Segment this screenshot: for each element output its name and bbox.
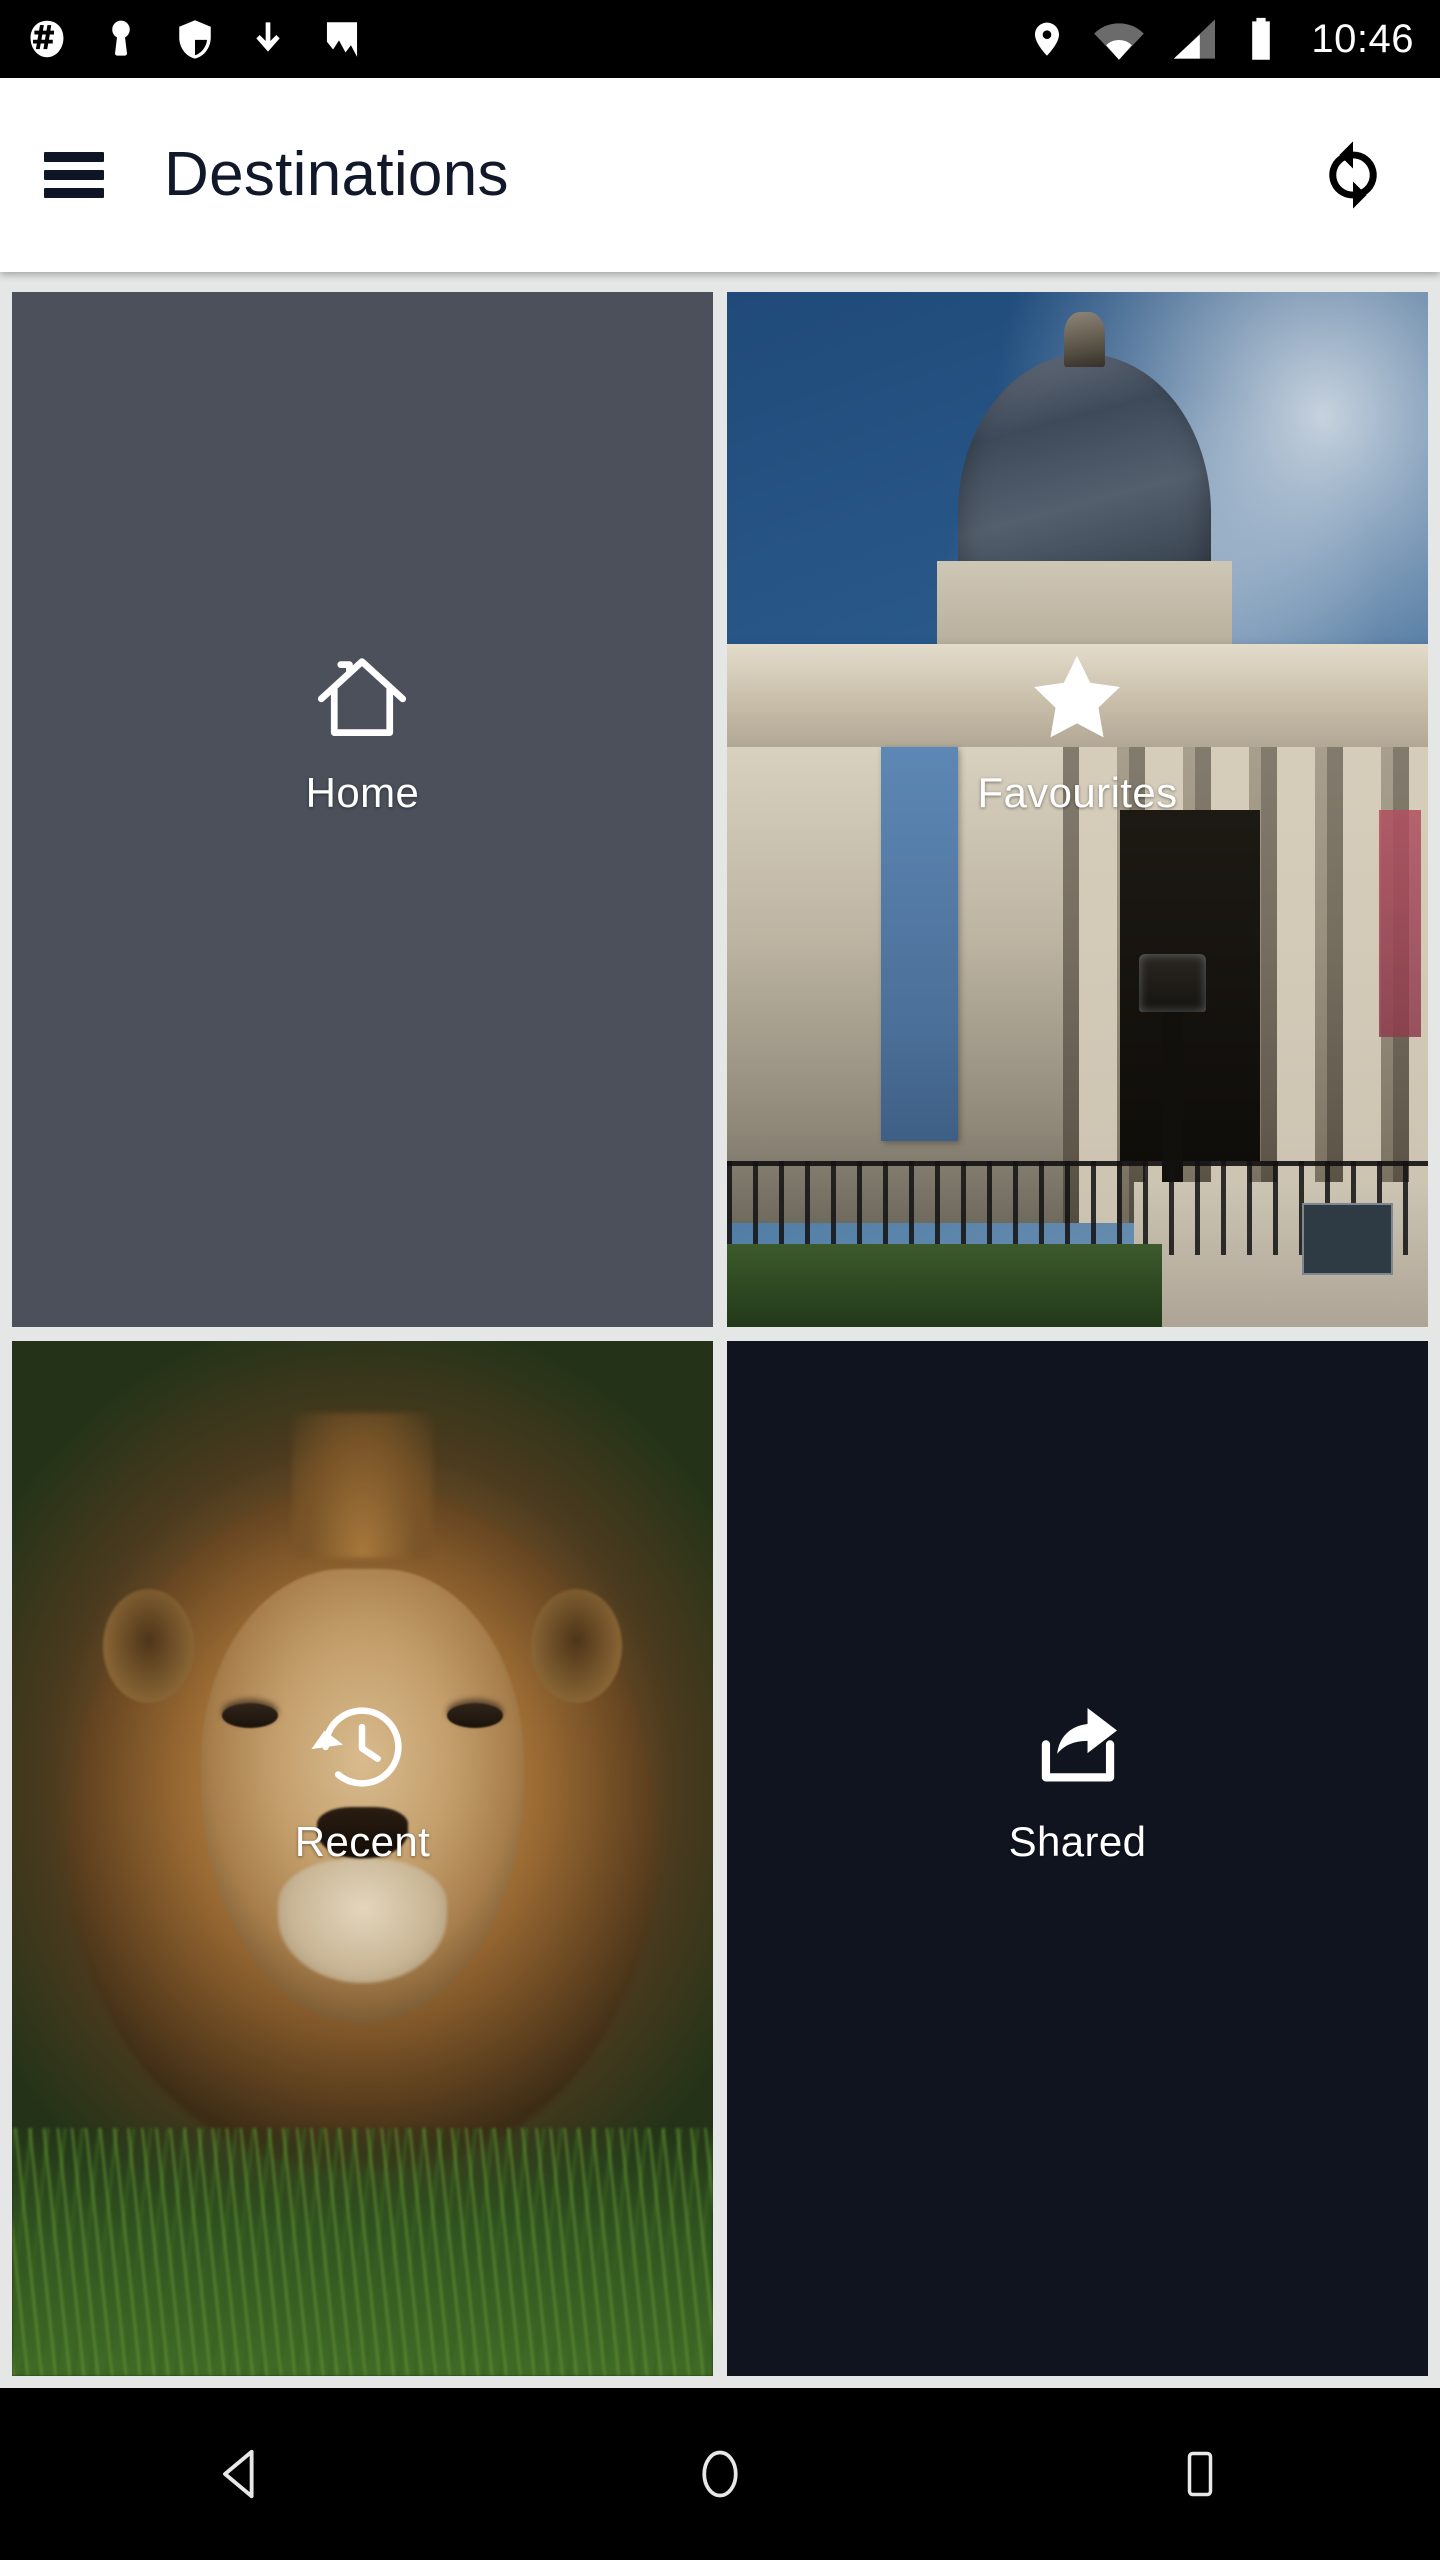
android-navigation-bar — [0, 2388, 1440, 2560]
download-icon — [256, 22, 280, 52]
hamburger-bar — [44, 188, 104, 198]
tile-shared-content: Shared — [1009, 1692, 1147, 1866]
tile-recent-content: Recent — [295, 1692, 430, 1866]
status-bar: 10:46 — [0, 0, 1440, 78]
status-bar-clock: 10:46 — [1311, 17, 1414, 61]
tile-recent[interactable]: Recent — [12, 1341, 713, 2376]
star-icon — [1022, 643, 1132, 753]
hamburger-bar — [44, 170, 104, 180]
back-triangle-icon — [223, 2449, 254, 2499]
home-circle-icon — [702, 2450, 738, 2498]
history-clock-icon — [307, 1692, 417, 1802]
status-bar-right-icons: 10:46 — [1027, 16, 1414, 62]
image-icon — [326, 22, 358, 57]
tile-recent-label: Recent — [294, 1817, 431, 1865]
tile-home-content: Home — [306, 643, 420, 817]
tile-favourites-label: Favourites — [977, 768, 1178, 816]
status-bar-left-icons — [26, 18, 364, 60]
cellular-signal-icon — [1174, 19, 1216, 59]
location-pin-icon — [1035, 22, 1060, 56]
tile-favourites[interactable]: Favourites — [727, 292, 1428, 1327]
battery-icon — [1252, 17, 1271, 60]
destinations-grid: Home Favourites Recent Shared — [0, 284, 1440, 2388]
tile-favourites-content: Favourites — [977, 643, 1177, 817]
hamburger-menu-icon[interactable] — [44, 152, 104, 198]
recents-button[interactable] — [1130, 2404, 1270, 2544]
home-icon — [307, 643, 417, 753]
tile-home[interactable]: Home — [12, 292, 713, 1327]
share-out-icon — [1023, 1692, 1133, 1802]
home-button[interactable] — [650, 2404, 790, 2544]
hash-badge-icon — [30, 20, 64, 58]
app-bar: Destinations — [0, 78, 1440, 272]
wifi-icon — [1094, 23, 1145, 60]
recents-square-icon — [1187, 2451, 1213, 2497]
hamburger-bar — [44, 152, 104, 162]
refresh-sync-icon[interactable] — [1310, 132, 1396, 218]
tile-home-label: Home — [305, 768, 420, 816]
key-icon — [112, 20, 130, 56]
tile-shared-label: Shared — [1008, 1817, 1147, 1865]
tile-shared[interactable]: Shared — [727, 1341, 1428, 2376]
back-button[interactable] — [170, 2404, 310, 2544]
shield-icon — [179, 20, 211, 59]
page-title: Destinations — [164, 140, 509, 209]
